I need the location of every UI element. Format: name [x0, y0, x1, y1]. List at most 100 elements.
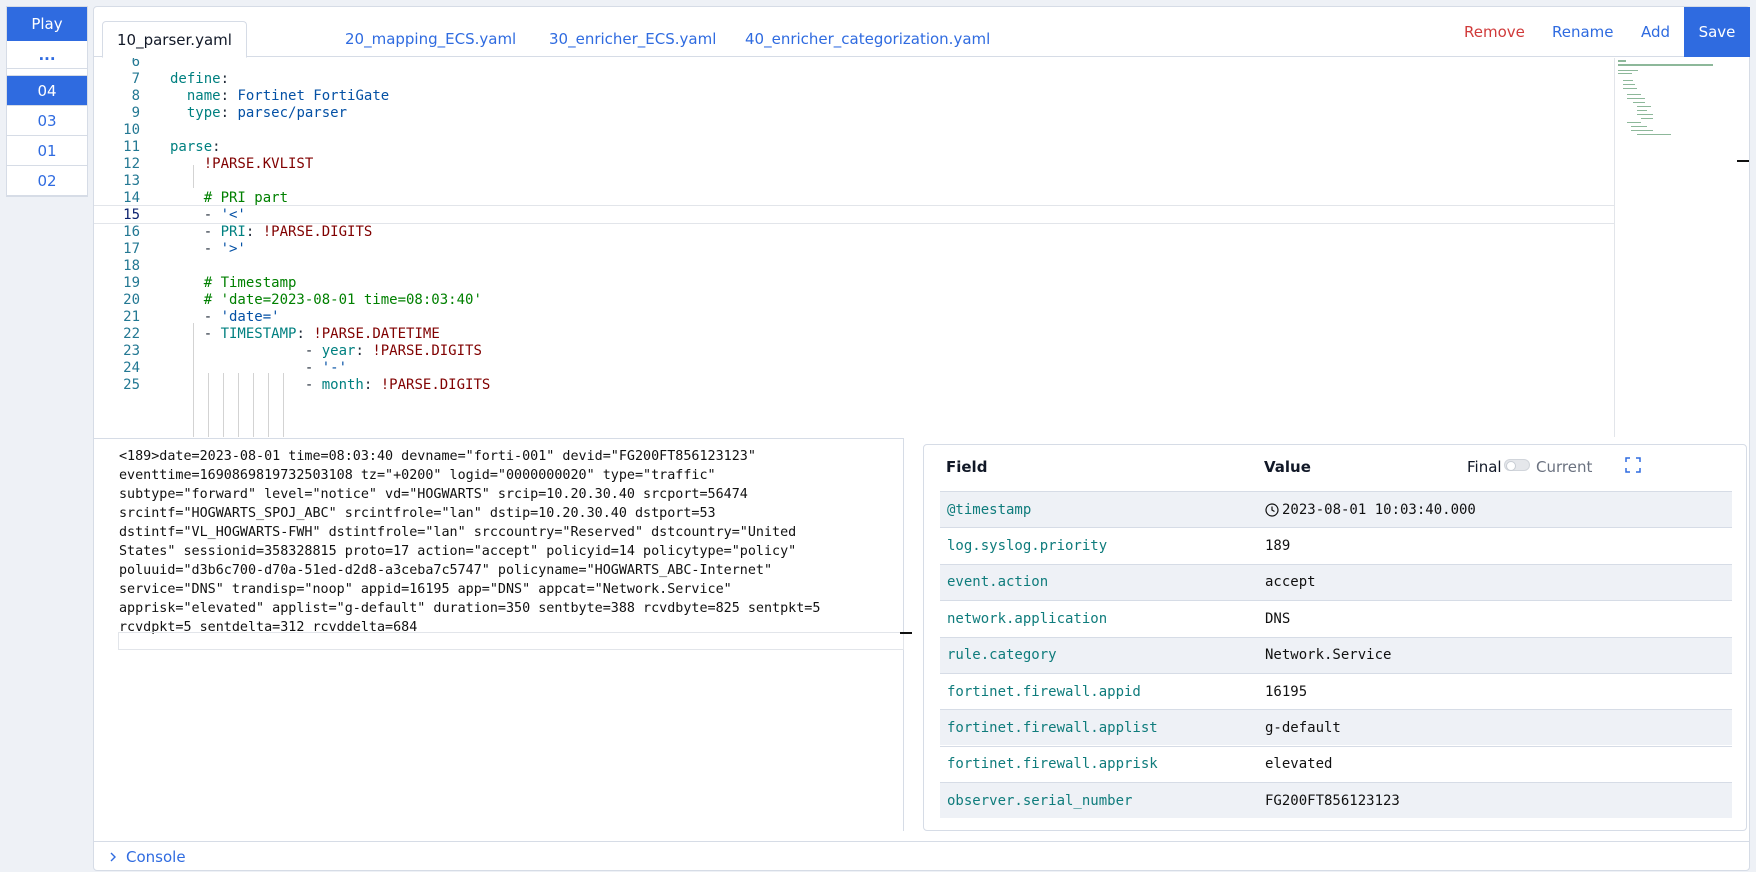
indent-guide — [253, 373, 254, 437]
sample-sidebar: Play ... 04 03 01 02 — [6, 6, 88, 197]
code-editor[interactable]: 6 7 define: 8 name: Fortinet FortiGate 9 typ… — [94, 58, 1749, 437]
line-number: 14 — [123, 189, 140, 206]
indent-guide — [223, 373, 224, 437]
line-number: 7 — [131, 70, 140, 87]
line-number: 16 — [123, 223, 140, 240]
log-sample-panel[interactable]: <189>date=2023-08-01 time=08:03:40 devna… — [94, 438, 912, 831]
line-number: 25 — [123, 376, 140, 393]
field-value: FG200FT856123123 — [1265, 793, 1400, 809]
field-name: event.action — [947, 574, 1049, 591]
console-label: Console — [126, 848, 186, 866]
final-label: Final — [1467, 458, 1502, 476]
code-text: - 'date=' — [203, 308, 280, 325]
indent-guide — [238, 373, 239, 437]
play-button[interactable]: Play — [7, 7, 87, 41]
log-scrollbar[interactable] — [900, 632, 912, 634]
field-name: fortinet.firewall.apprisk — [947, 756, 1158, 773]
line-number: 15 — [123, 206, 140, 223]
sample-list: 04 03 01 02 — [7, 75, 87, 196]
code-text: - PRI: !PARSE.DIGITS — [203, 223, 373, 240]
field-row[interactable]: log.syslog.priority 189 — [940, 527, 1732, 563]
save-button[interactable]: Save — [1684, 7, 1750, 57]
field-value-text: DNS — [1265, 610, 1291, 627]
remove-button[interactable]: Remove — [1464, 7, 1525, 57]
code-text: - TIMESTAMP: !PARSE.DATETIME — [203, 325, 440, 342]
code-text: !PARSE.KVLIST — [203, 155, 314, 172]
file-tabbar: 10_parser.yaml 20_mapping_ECS.yaml 30_en… — [94, 7, 1750, 58]
field-row[interactable]: rule.category Network.Service — [940, 636, 1732, 673]
code-text: - '-' — [304, 359, 348, 376]
code-text: - month: !PARSE.DIGITS — [304, 376, 491, 393]
field-row[interactable]: fortinet.firewall.apprisk elevated — [940, 745, 1732, 782]
current-label: Current — [1536, 458, 1593, 476]
field-value: 2023-08-01 10:03:40.000 — [1265, 502, 1476, 518]
field-value: accept — [1265, 574, 1316, 590]
indent-guide — [208, 373, 209, 437]
log-cursor-line — [118, 632, 904, 650]
line-number: 13 — [123, 172, 140, 189]
expand-icon[interactable] — [1625, 457, 1641, 473]
field-value: DNS — [1265, 611, 1290, 627]
indent-guide — [193, 323, 194, 437]
field-row[interactable]: fortinet.firewall.applist g-default — [940, 709, 1732, 746]
field-name: observer.serial_number — [947, 792, 1133, 809]
field-name: @timestamp — [947, 501, 1032, 518]
indent-guide — [268, 373, 269, 437]
code-text: parse: — [170, 138, 221, 155]
code-text: name: Fortinet FortiGate — [186, 87, 390, 104]
clock-icon — [1265, 502, 1279, 517]
console-toggle[interactable]: Console — [94, 841, 1749, 872]
field-value-text: 189 — [1265, 537, 1291, 554]
minimap-preview — [1618, 60, 1749, 162]
field-name: fortinet.firewall.appid — [947, 683, 1141, 700]
field-value: g-default — [1265, 720, 1341, 736]
editor-minimap[interactable] — [1614, 58, 1749, 437]
field-value-text: 2023-08-01 10:03:40.000 — [1282, 501, 1476, 518]
code-text: type: parsec/parser — [186, 104, 348, 121]
add-button[interactable]: Add — [1641, 7, 1670, 57]
tab-20-mapping-ecs[interactable]: 20_mapping_ECS.yaml — [331, 21, 530, 57]
line-number: 11 — [123, 138, 140, 155]
code-text: - year: !PARSE.DIGITS — [304, 342, 482, 359]
sample-item-04[interactable]: 04 — [7, 76, 87, 106]
sample-item-01[interactable]: 01 — [7, 136, 87, 166]
line-number: 23 — [123, 342, 140, 359]
line-number: 22 — [123, 325, 140, 342]
indent-guide — [193, 165, 194, 188]
field-row[interactable]: event.action accept — [940, 563, 1732, 600]
field-name: rule.category — [947, 647, 1057, 664]
code-text: # 'date=2023-08-01 time=08:03:40' — [203, 291, 482, 308]
rename-button[interactable]: Rename — [1552, 7, 1614, 57]
field-row[interactable]: @timestamp 2023-08-01 10:03:40.000 — [940, 491, 1732, 527]
log-sample-text[interactable]: <189>date=2023-08-01 time=08:03:40 devna… — [119, 447, 869, 637]
line-number: 9 — [131, 104, 140, 121]
field-value-text: 16195 — [1265, 683, 1308, 700]
line-number: 17 — [123, 240, 140, 257]
code-text: - '>' — [203, 240, 246, 257]
field-value: 16195 — [1265, 684, 1307, 700]
field-name: network.application — [947, 610, 1108, 627]
final-current-toggle[interactable] — [1504, 459, 1530, 471]
tab-10-parser[interactable]: 10_parser.yaml — [102, 21, 247, 58]
editor-line[interactable]: 25 - month: !PARSE.DIGITS — [94, 375, 1614, 394]
sample-item-03[interactable]: 03 — [7, 106, 87, 136]
field-row[interactable]: observer.serial_number FG200FT856123123 — [940, 782, 1732, 819]
field-column-header: Field — [946, 458, 988, 476]
field-value: elevated — [1265, 756, 1332, 772]
tab-40-enricher-categorization[interactable]: 40_enricher_categorization.yaml — [731, 21, 1004, 57]
tab-30-enricher-ecs[interactable]: 30_enricher_ECS.yaml — [535, 21, 730, 57]
field-value: 189 — [1265, 538, 1290, 554]
field-row[interactable]: fortinet.firewall.appid 16195 — [940, 673, 1732, 709]
line-number: 10 — [123, 121, 140, 138]
indent-guide — [283, 373, 284, 437]
code-text: # Timestamp — [203, 274, 297, 291]
line-number: 6 — [131, 58, 140, 70]
sample-item-02[interactable]: 02 — [7, 166, 87, 196]
field-value-text: accept — [1265, 574, 1316, 591]
field-row[interactable]: network.application DNS — [940, 600, 1732, 636]
field-value-text: FG200FT856123123 — [1265, 792, 1400, 809]
line-number: 19 — [123, 274, 140, 291]
more-button[interactable]: ... — [7, 41, 87, 69]
line-number: 12 — [123, 155, 140, 172]
line-number: 21 — [123, 308, 140, 325]
